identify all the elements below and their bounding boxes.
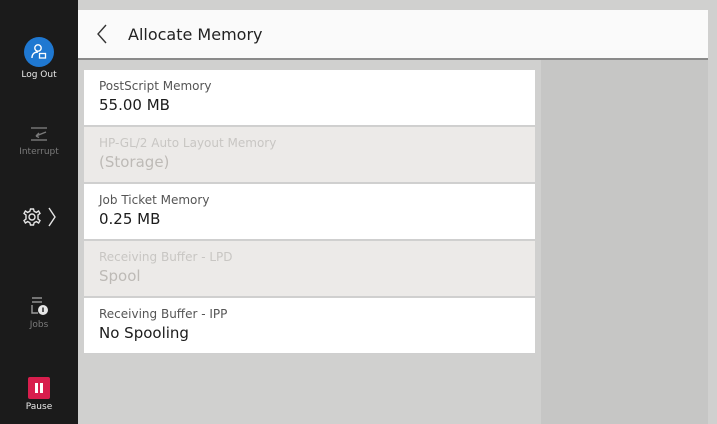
chevron-left-icon (97, 24, 107, 44)
item-value: 55.00 MB (99, 96, 170, 114)
page-header: Allocate Memory (78, 10, 708, 60)
page-title: Allocate Memory (128, 25, 263, 44)
settings-list: PostScript Memory 55.00 MB HP-GL/2 Auto … (84, 70, 535, 355)
pause-button[interactable]: Pause (0, 377, 78, 412)
jobs-label: Jobs (29, 320, 49, 330)
jobs-icon (31, 297, 48, 315)
device-settings-button[interactable] (0, 205, 78, 229)
interrupt-label: Interrupt (19, 147, 59, 157)
item-value: 0.25 MB (99, 210, 161, 228)
side-rail: Log Out Interrupt Jobs Pause (0, 0, 78, 424)
gear-icon (23, 207, 56, 227)
hpgl2-auto-layout-memory-item: HP-GL/2 Auto Layout Memory (Storage) (84, 127, 535, 183)
postscript-memory-item[interactable]: PostScript Memory 55.00 MB (84, 70, 535, 126)
logout-button[interactable]: Log Out (0, 37, 78, 80)
receiving-buffer-lpd-item: Receiving Buffer - LPD Spool (84, 241, 535, 297)
item-label: Receiving Buffer - IPP (99, 307, 228, 321)
interrupt-icon (31, 127, 47, 141)
back-button[interactable] (92, 22, 114, 46)
logout-icon (24, 37, 54, 67)
logout-label: Log Out (21, 70, 57, 80)
job-ticket-memory-item[interactable]: Job Ticket Memory 0.25 MB (84, 184, 535, 240)
item-value: Spool (99, 267, 141, 285)
pause-label: Pause (25, 402, 53, 412)
item-label: Receiving Buffer - LPD (99, 250, 233, 264)
detail-pane (541, 60, 708, 424)
item-value: (Storage) (99, 153, 170, 171)
jobs-button[interactable]: Jobs (0, 295, 78, 330)
interrupt-button[interactable]: Interrupt (0, 124, 78, 157)
chevron-right-icon (48, 207, 56, 227)
item-label: Job Ticket Memory (99, 193, 210, 207)
item-label: PostScript Memory (99, 79, 212, 93)
receiving-buffer-ipp-item[interactable]: Receiving Buffer - IPP No Spooling (84, 298, 535, 354)
item-value: No Spooling (99, 324, 189, 342)
pause-icon (28, 377, 50, 399)
item-label: HP-GL/2 Auto Layout Memory (99, 136, 277, 150)
